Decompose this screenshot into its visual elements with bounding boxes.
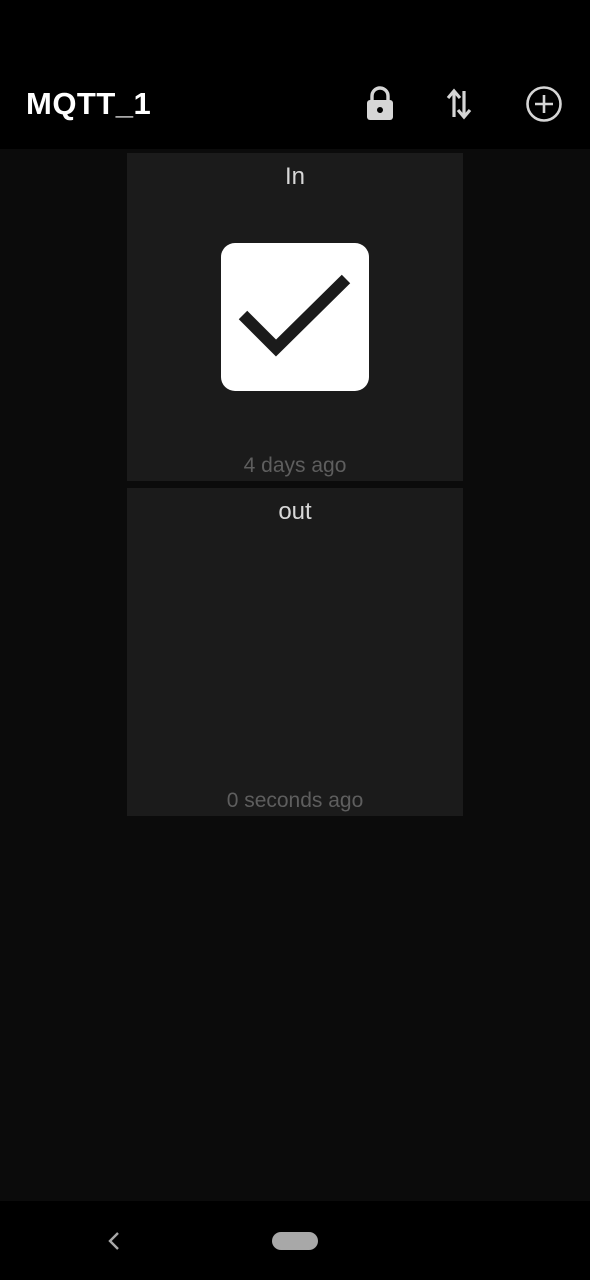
tile-out[interactable]: out 0 seconds ago: [127, 488, 463, 816]
sort-button[interactable]: [437, 82, 481, 126]
home-pill-icon[interactable]: [272, 1232, 318, 1250]
checkmark-icon: [238, 274, 351, 357]
lock-icon: [367, 86, 393, 120]
dashboard-content: In 4 days ago out 0 seconds ago: [0, 149, 590, 1201]
checkbox-toggle[interactable]: [221, 243, 369, 391]
tile-timestamp: 4 days ago: [243, 454, 347, 477]
add-circle-icon: [526, 86, 562, 122]
app-title: MQTT_1: [26, 86, 152, 121]
app-bar: MQTT_1: [0, 52, 590, 149]
system-nav-bar: [0, 1201, 590, 1280]
tile-title: In: [284, 163, 305, 190]
sort-arrows-icon: [446, 88, 472, 120]
status-bar: [0, 0, 590, 52]
back-button[interactable]: [100, 1225, 128, 1257]
lock-button[interactable]: [358, 82, 402, 126]
tile-timestamp: 0 seconds ago: [226, 789, 364, 812]
back-chevron-icon: [108, 1232, 119, 1250]
add-button[interactable]: [522, 82, 566, 126]
tile-in[interactable]: In 4 days ago: [127, 153, 463, 481]
tile-title: out: [278, 498, 312, 525]
